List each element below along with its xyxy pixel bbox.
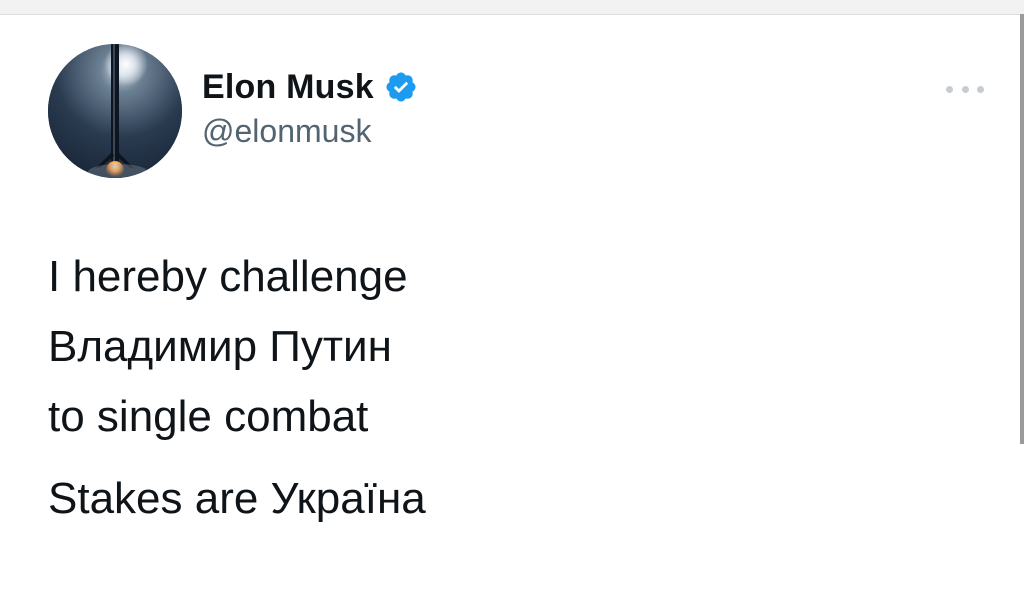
tweet-text: I hereby challenge Владимир Путин to sin…: [48, 242, 426, 534]
tweet-text-line: to single combat: [48, 392, 369, 441]
scrollbar[interactable]: [1020, 14, 1024, 444]
rocket-avatar-image: [48, 44, 182, 178]
more-dot: [946, 85, 953, 93]
more-dot: [977, 85, 984, 93]
user-handle[interactable]: @elonmusk: [202, 113, 418, 150]
top-bar: [0, 0, 1024, 15]
display-name[interactable]: Elon Musk: [202, 68, 374, 107]
user-info: Elon Musk @elonmusk: [202, 65, 418, 150]
name-row: Elon Musk: [202, 65, 418, 109]
tweet-screen: Elon Musk @elonmusk I hereby challenge В…: [0, 0, 1024, 590]
tweet-text-line: I hereby challenge: [48, 252, 408, 301]
avatar[interactable]: [48, 44, 182, 178]
more-horizontal-icon[interactable]: [946, 83, 984, 95]
tweet-card: Elon Musk @elonmusk I hereby challenge В…: [0, 15, 1020, 590]
tweet-text-paragraph: Stakes are Україна: [48, 474, 426, 523]
more-dot: [961, 85, 969, 93]
verified-badge-icon: [384, 70, 418, 104]
tweet-text-line: Владимир Путин: [48, 322, 392, 371]
